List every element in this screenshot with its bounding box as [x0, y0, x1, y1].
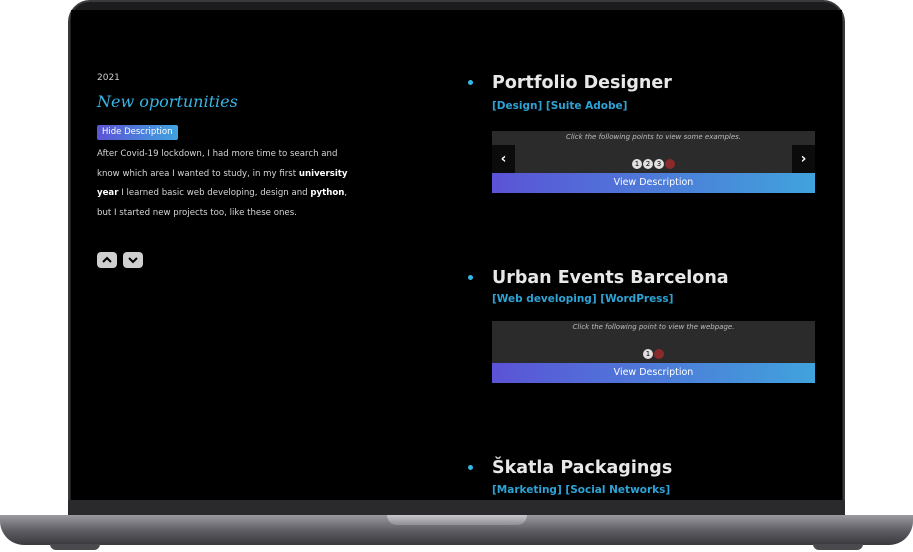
gallery-dot[interactable]: 1 — [632, 158, 642, 169]
timeline-bullet — [468, 80, 473, 85]
project-tags-skatla: [Marketing] [Social Networks] — [492, 484, 671, 496]
project-tags-urban-events: [Web developing] [WordPress] — [492, 293, 674, 305]
screen: 2021 New oportunities Hide Description A… — [71, 10, 842, 502]
timeline-bullet — [468, 465, 473, 470]
scroll-down-button[interactable] — [123, 252, 143, 268]
laptop-chin — [68, 500, 845, 516]
laptop-foot — [813, 544, 863, 550]
timeline-title: New oportunities — [97, 92, 238, 111]
view-description-button[interactable]: View Description — [492, 173, 815, 193]
gallery-hint: Click the following points to view some … — [565, 133, 742, 141]
view-description-button[interactable]: View Description — [492, 363, 815, 383]
gallery-dots: 123 — [492, 153, 815, 172]
chevron-up-icon — [102, 256, 112, 263]
gallery-dot[interactable]: 1 — [643, 348, 653, 359]
gallery-dots: 1 — [492, 343, 815, 362]
chevron-down-icon — [128, 257, 138, 264]
timeline-description: After Covid-19 lockdown, I had more time… — [97, 149, 348, 218]
project-gallery-urban-events: Click the following point to view the we… — [492, 321, 815, 383]
project-title-skatla: Škatla Packagings — [492, 458, 673, 478]
project-tags-portfolio: [Design] [Suite Adobe] — [492, 100, 628, 112]
project-gallery-portfolio: Click the following points to view some … — [492, 131, 815, 193]
gallery-hint: Click the following point to view the we… — [572, 323, 735, 331]
gallery-dot[interactable]: 3 — [654, 158, 664, 169]
project-title-urban-events: Urban Events Barcelona — [492, 268, 729, 288]
timeline-year: 2021 — [97, 73, 120, 83]
gallery-dot[interactable]: 2 — [643, 158, 653, 169]
hide-description-button[interactable]: Hide Description — [97, 125, 178, 140]
scroll-up-button[interactable] — [97, 252, 117, 268]
laptop-notch — [387, 515, 527, 525]
laptop-foot — [50, 544, 100, 550]
gallery-dot-active[interactable] — [654, 348, 664, 359]
timeline-bullet — [468, 275, 473, 280]
project-title-portfolio: Portfolio Designer — [492, 73, 672, 93]
gallery-dot-active[interactable] — [665, 158, 675, 169]
